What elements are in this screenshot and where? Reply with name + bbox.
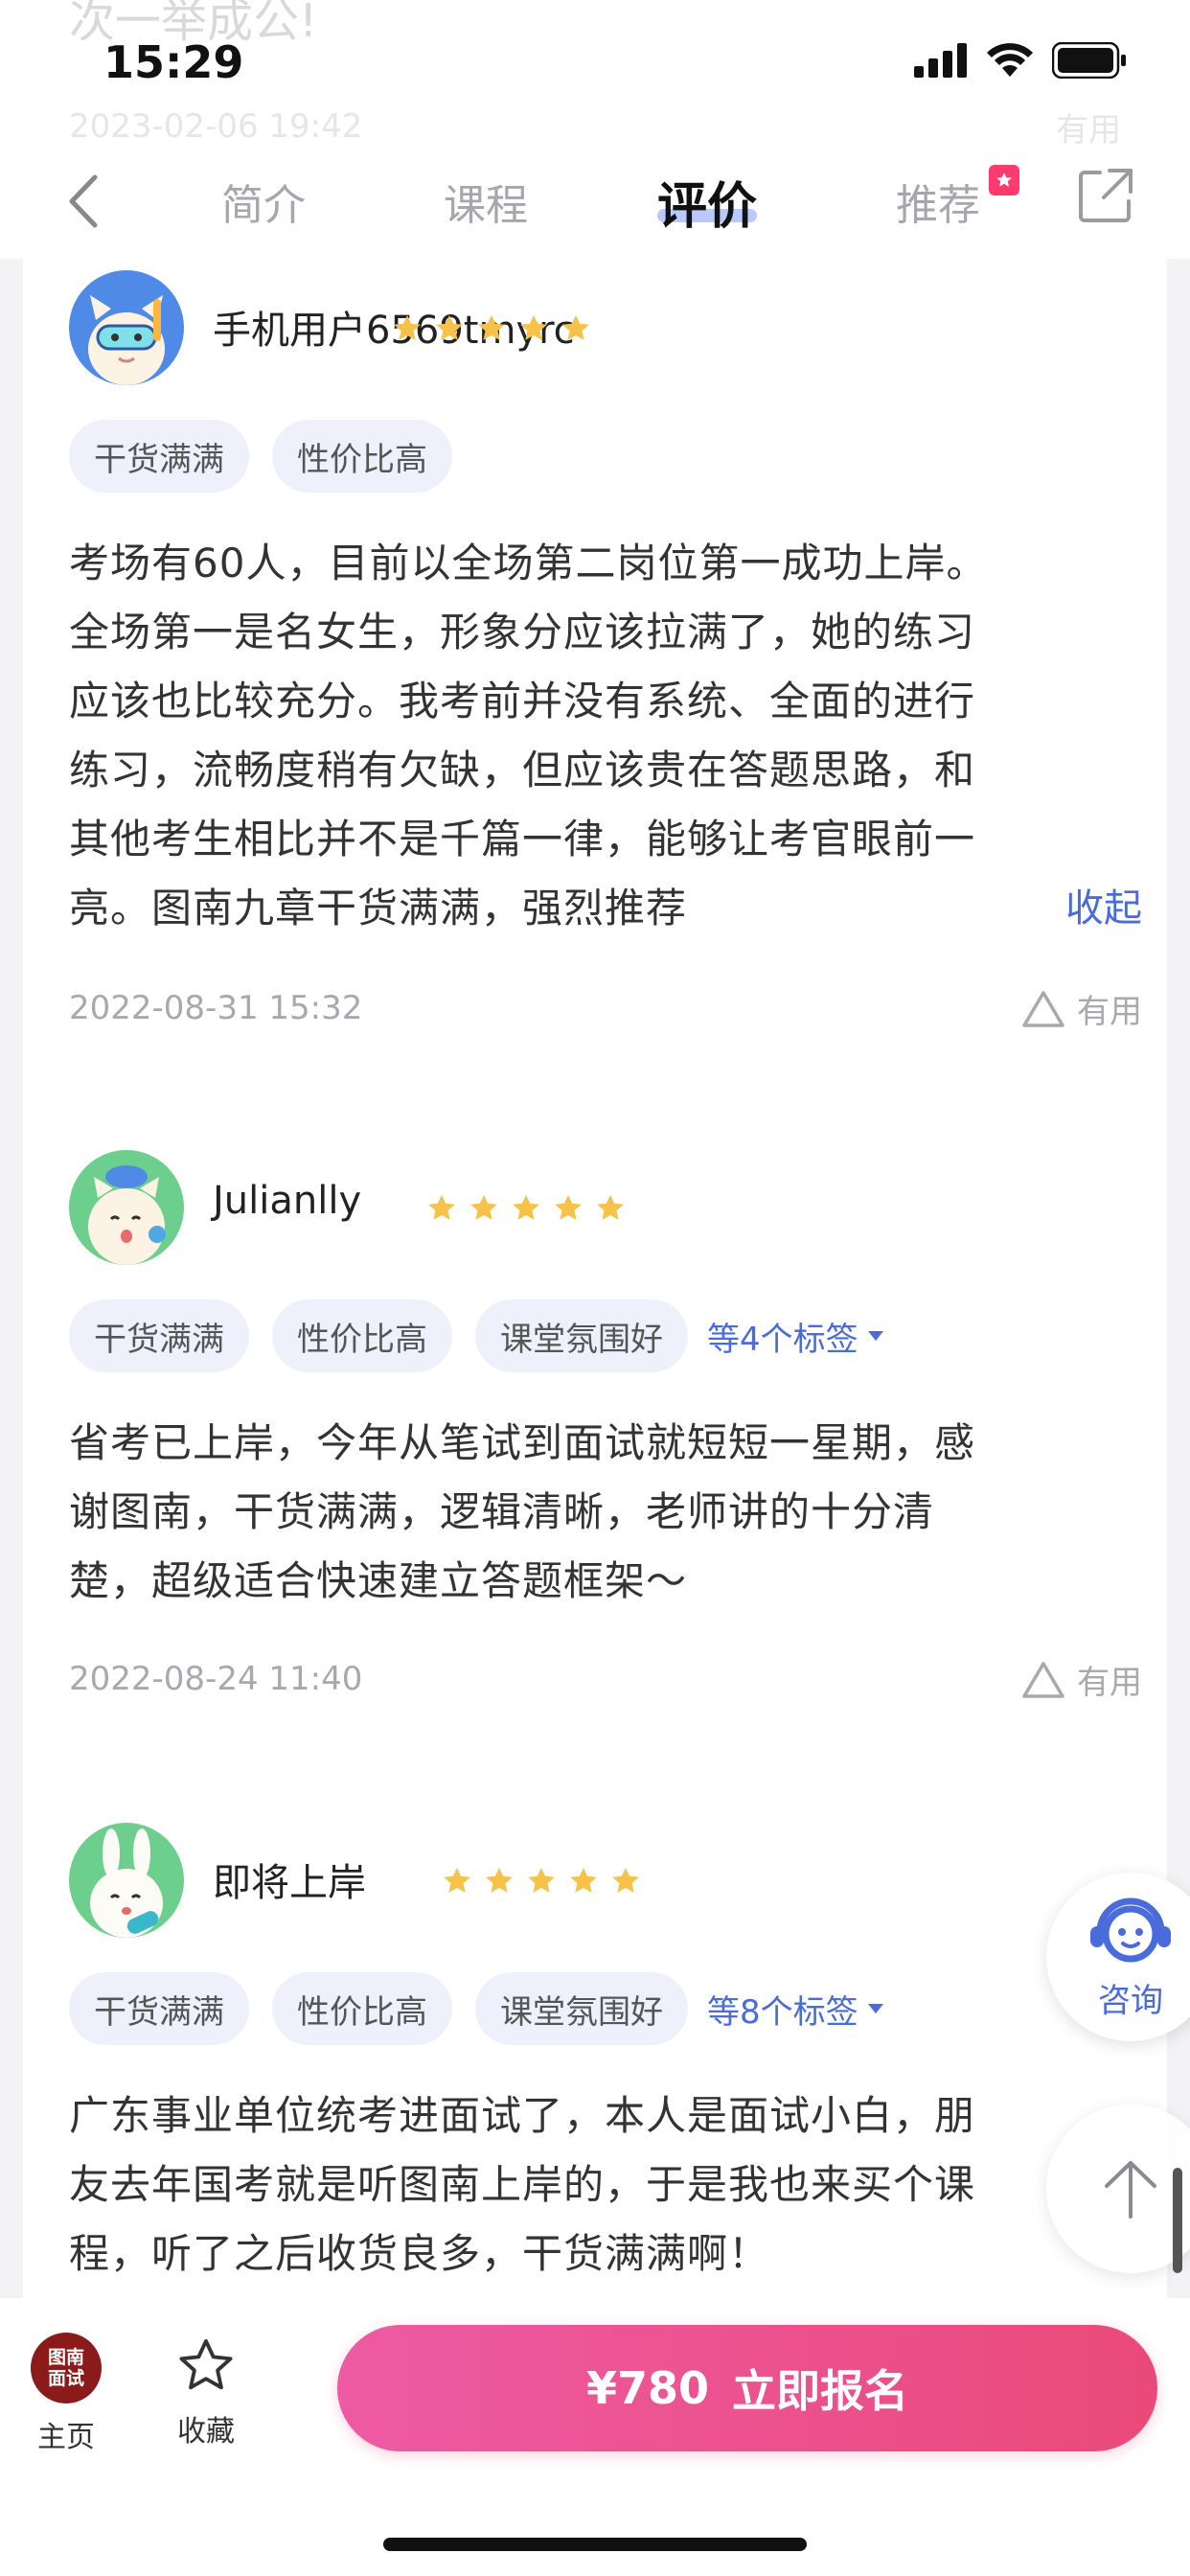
wifi-icon bbox=[987, 43, 1033, 77]
more-tags-toggle[interactable]: 等8个标签 bbox=[707, 1986, 885, 2033]
avatar[interactable] bbox=[69, 1150, 184, 1265]
star-outline-icon bbox=[179, 2338, 233, 2390]
tab-intro[interactable]: 简介 bbox=[211, 163, 316, 240]
tab-recommend[interactable]: 推荐 bbox=[885, 163, 1019, 240]
review-tag: 性价比高 bbox=[272, 420, 452, 493]
star-icon bbox=[528, 1867, 555, 1893]
star-icon bbox=[520, 314, 547, 340]
star-icon bbox=[555, 1194, 582, 1220]
review-body: 考场有60人，目前以全场第二岗位第一成功上岸。 全场第一是名女生，形象分应该拉满… bbox=[69, 540, 988, 932]
bottom-action-bar: 图南 面试 主页 收藏 ¥780 立即报名 bbox=[0, 2298, 1190, 2576]
review-tags: 干货满满 性价比高 课堂氛围好 等8个标签 bbox=[69, 1972, 885, 2045]
review-tag: 性价比高 bbox=[272, 1300, 452, 1372]
star-icon bbox=[436, 314, 463, 340]
review-body: 广东事业单位统考进面试了，本人是面试小白，朋 友去年国考就是听图南上岸的，于是我… bbox=[69, 2092, 976, 2277]
star-icon bbox=[597, 1194, 624, 1220]
star-icon bbox=[470, 1194, 497, 1220]
collapse-link[interactable]: 收起 bbox=[1065, 877, 1142, 932]
nav-bar: 简介 课程 评价 推荐 bbox=[0, 153, 1190, 259]
review-item: Julianlly 干货满满 性价比高 课堂氛围好 等4个标签 省考已上岸，今年… bbox=[69, 1150, 1142, 1821]
signal-icon bbox=[914, 43, 967, 78]
status-icons bbox=[914, 42, 1127, 79]
scrollbar[interactable] bbox=[1173, 2168, 1182, 2273]
enroll-label: 立即报名 bbox=[732, 2365, 909, 2417]
share-button[interactable] bbox=[1075, 165, 1136, 226]
thumb-triangle-icon bbox=[1022, 990, 1064, 1027]
review-tags: 干货满满 性价比高 课堂氛围好 等4个标签 bbox=[69, 1300, 885, 1372]
home-indicator bbox=[383, 2538, 807, 2551]
star-icon bbox=[570, 1867, 597, 1893]
rating-stars bbox=[441, 1865, 642, 1898]
price-label: ¥780 bbox=[585, 2362, 710, 2414]
enroll-button[interactable]: ¥780 立即报名 bbox=[337, 2325, 1157, 2451]
recommend-badge-icon bbox=[989, 165, 1019, 196]
useful-button[interactable]: 有用 bbox=[1021, 985, 1142, 1032]
share-icon bbox=[1079, 169, 1133, 222]
star-icon bbox=[513, 1194, 539, 1220]
consult-label: 咨询 bbox=[1098, 1981, 1163, 2020]
back-button[interactable] bbox=[54, 163, 111, 240]
rabbit-avatar-icon bbox=[69, 1823, 184, 1938]
review-body: 省考已上岸，今年从笔试到面试就短短一星期，感 谢图南，干货满满，逻辑清晰，老师讲… bbox=[69, 1419, 976, 1604]
more-tags-toggle[interactable]: 等4个标签 bbox=[707, 1313, 885, 1360]
cat-diver-avatar-icon bbox=[69, 270, 184, 385]
tab-courses[interactable]: 课程 bbox=[433, 163, 538, 240]
chevron-left-icon bbox=[69, 174, 98, 228]
thumb-triangle-icon bbox=[1022, 1661, 1064, 1698]
review-tag: 干货满满 bbox=[69, 1300, 249, 1372]
review-date: 2022-08-24 11:40 bbox=[69, 1660, 363, 1698]
star-icon bbox=[562, 314, 589, 340]
arrow-up-icon bbox=[1105, 2161, 1156, 2219]
tab-reviews[interactable]: 评价 bbox=[648, 163, 767, 240]
review-tag: 干货满满 bbox=[69, 420, 249, 493]
review-tag: 干货满满 bbox=[69, 1972, 249, 2045]
star-icon bbox=[612, 1867, 639, 1893]
scrolled-content-useful: 有用 bbox=[1056, 111, 1121, 150]
review-username: 即将上岸 bbox=[213, 1861, 366, 1905]
home-label: 主页 bbox=[37, 2421, 95, 2454]
star-icon bbox=[478, 314, 505, 340]
top-header: 次一举成公! 2023-02-06 19:42 有用 15:29 简介 课程 评… bbox=[0, 0, 1190, 259]
status-time: 15:29 bbox=[103, 36, 244, 88]
reviews-list: 手机用户6569tmyrc 干货满满 性价比高 考场有60人，目前以全场第二岗位… bbox=[23, 259, 1167, 2298]
scrolled-content-date: 2023-02-06 19:42 bbox=[69, 107, 363, 146]
cat-mic-avatar-icon bbox=[69, 1150, 184, 1265]
brand-logo: 图南 面试 bbox=[31, 2333, 102, 2404]
star-icon bbox=[486, 1867, 513, 1893]
review-tag: 课堂氛围好 bbox=[475, 1300, 688, 1372]
review-tag: 性价比高 bbox=[272, 1972, 452, 2045]
star-icon bbox=[428, 1194, 455, 1220]
useful-button[interactable]: 有用 bbox=[1021, 1656, 1142, 1703]
review-tag: 课堂氛围好 bbox=[475, 1972, 688, 2045]
favorite-button[interactable]: 收藏 bbox=[174, 2334, 238, 2450]
avatar[interactable] bbox=[69, 1823, 184, 1938]
avatar[interactable] bbox=[69, 270, 184, 385]
review-username: Julianlly bbox=[213, 1179, 362, 1223]
rating-stars bbox=[425, 1192, 627, 1225]
review-tags: 干货满满 性价比高 bbox=[69, 420, 452, 493]
rating-stars bbox=[391, 312, 592, 345]
caret-down-icon bbox=[867, 1331, 883, 1341]
home-button[interactable]: 图南 面试 主页 bbox=[31, 2333, 102, 2455]
favorite-label: 收藏 bbox=[177, 2415, 235, 2449]
caret-down-icon bbox=[867, 2004, 883, 2013]
review-item: 手机用户6569tmyrc 干货满满 性价比高 考场有60人，目前以全场第二岗位… bbox=[69, 270, 1142, 1075]
battery-icon bbox=[1052, 42, 1126, 79]
star-icon bbox=[394, 314, 421, 340]
star-icon bbox=[444, 1867, 470, 1893]
review-date: 2022-08-31 15:32 bbox=[69, 989, 363, 1027]
customer-service-icon bbox=[1090, 1898, 1171, 1962]
review-item: 即将上岸 干货满满 性价比高 课堂氛围好 等8个标签 广东事业单位统考进面试了，… bbox=[69, 1823, 1142, 2298]
